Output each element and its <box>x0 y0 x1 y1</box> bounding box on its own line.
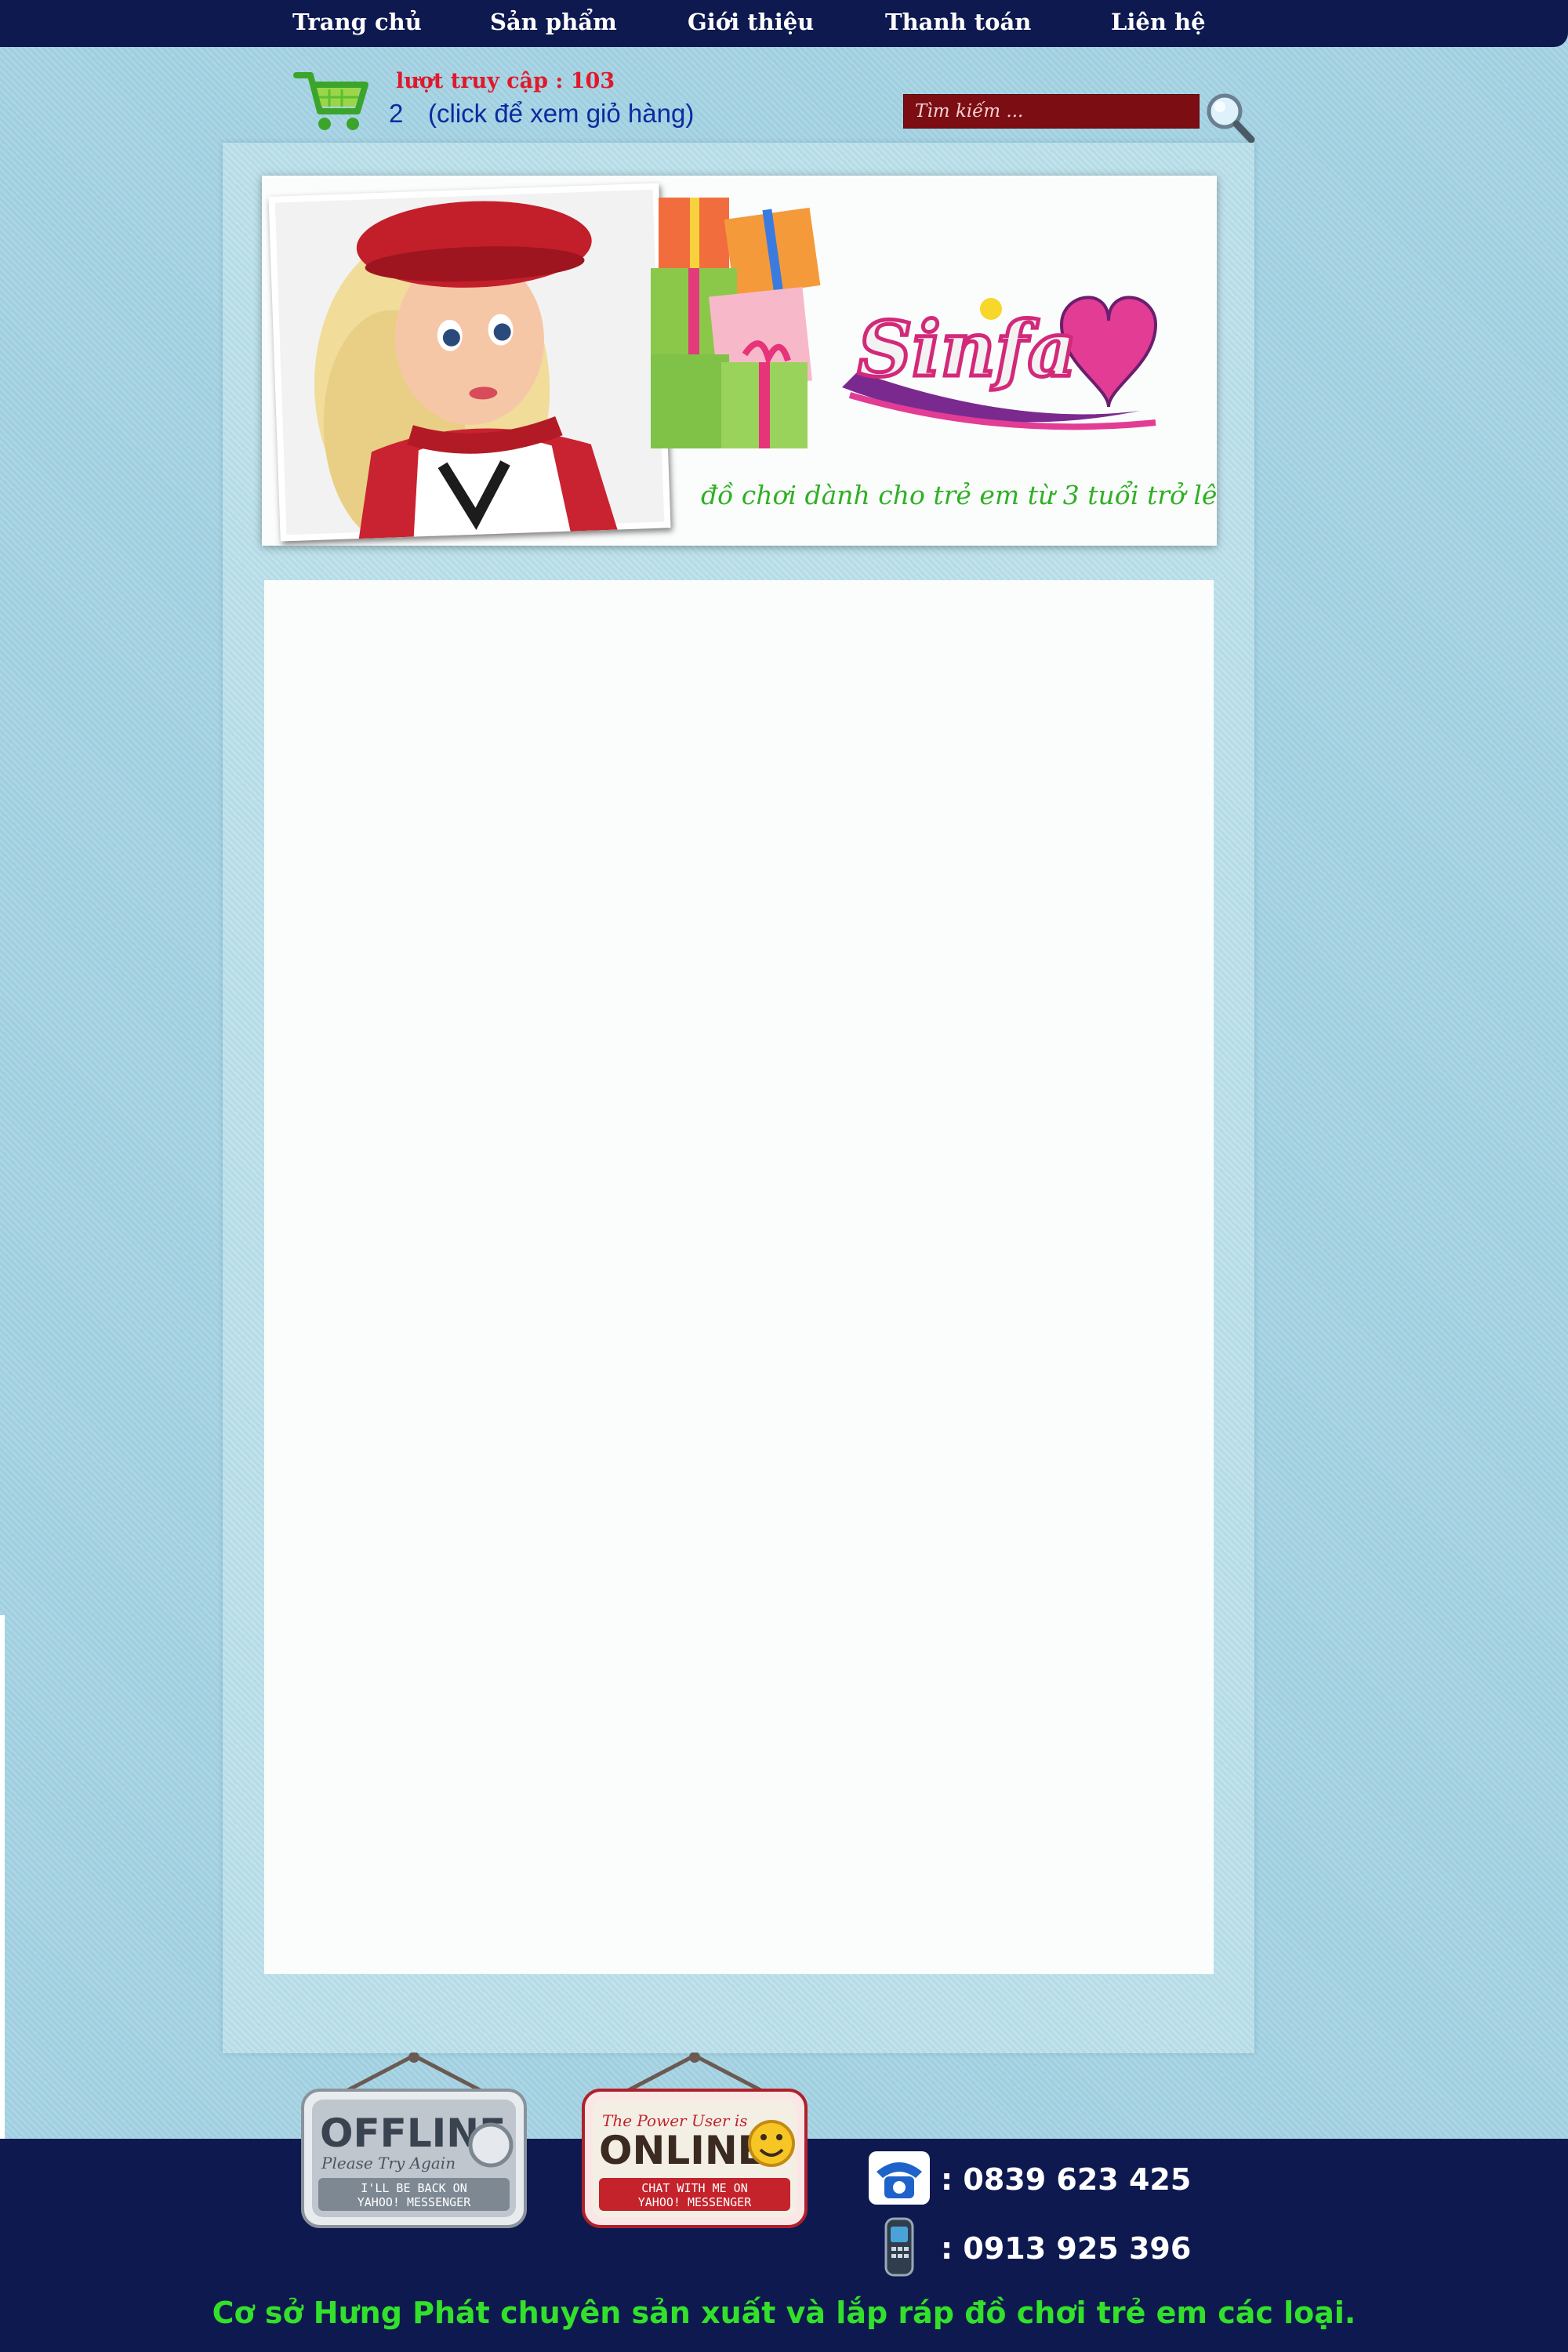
cart-count: 2 <box>389 99 404 128</box>
yahoo-online-status[interactable]: The Power User is ONLINE CHAT WITH ME ON… <box>579 2053 811 2230</box>
content-area <box>264 580 1214 1974</box>
mobile-phone-icon <box>884 2217 914 2277</box>
doll-photo <box>268 183 671 542</box>
offline-subtitle: Please Try Again <box>321 2154 456 2172</box>
online-caption-1: CHAT WITH ME ON <box>641 2181 747 2195</box>
magnifier-icon[interactable] <box>1204 91 1256 144</box>
nav-item-payment[interactable]: Thanh toán <box>885 5 1031 39</box>
left-edge-strip <box>0 1615 5 2139</box>
footer-description: Cơ sở Hưng Phát chuyên sản xuất và lắp r… <box>212 2296 1356 2330</box>
landline-number: : 0839 623 425 <box>941 2162 1192 2197</box>
online-status-text: ONLINE <box>599 2128 764 2173</box>
top-nav-bar: Trang chủ Sản phẩm Giới thiệu Thanh toán… <box>0 0 1568 47</box>
online-caption-2: YAHOO! MESSENGER <box>638 2195 752 2209</box>
nav-item-products[interactable]: Sản phẩm <box>490 5 617 39</box>
offline-caption-1: I'LL BE BACK ON <box>361 2181 466 2195</box>
sinfa-logo: Sinfa <box>842 296 1158 430</box>
telephone-icon <box>869 2151 930 2205</box>
nav-item-home[interactable]: Trang chủ <box>292 5 422 39</box>
header-banner: Sinfa đồ chơi dành cho trẻ em từ 3 tuổi … <box>262 176 1217 546</box>
mobile-number: : 0913 925 396 <box>941 2231 1192 2266</box>
logo-text: Sinfa <box>858 305 1076 394</box>
visit-counter: lượt truy cập : 103 <box>396 69 615 93</box>
shopping-cart-icon[interactable] <box>293 67 372 135</box>
yahoo-offline-status[interactable]: OFFLINE Please Try Again I'LL BE BACK ON… <box>298 2053 530 2230</box>
search-input[interactable] <box>903 94 1200 129</box>
view-cart-link[interactable]: (click để xem giỏ hàng) <box>428 97 694 130</box>
gift-boxes-image <box>651 198 821 448</box>
nav-item-contact[interactable]: Liên hệ <box>1111 5 1206 39</box>
offline-caption-2: YAHOO! MESSENGER <box>358 2195 471 2209</box>
banner-tagline: đồ chơi dành cho trẻ em từ 3 tuổi trở lê… <box>701 480 1217 510</box>
nav-item-about[interactable]: Giới thiệu <box>688 5 814 39</box>
